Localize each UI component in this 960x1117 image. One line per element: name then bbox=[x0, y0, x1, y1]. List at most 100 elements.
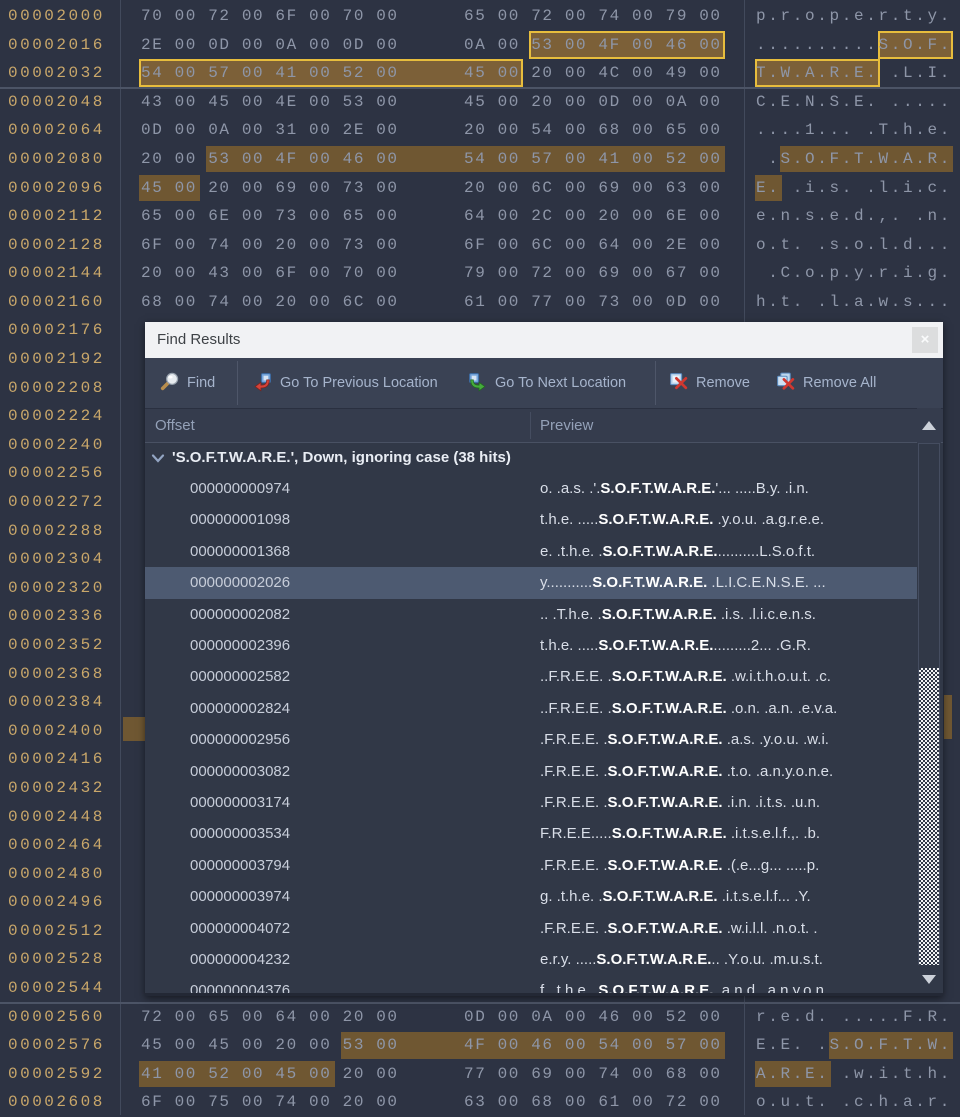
result-row[interactable]: 000000002396t.h.e. .....S.O.F.T.W.A.R.E.… bbox=[145, 630, 917, 661]
hex-bytes[interactable]: 6F 00 75 00 74 00 20 00 bbox=[141, 1088, 399, 1117]
hex-bytes[interactable]: 65 00 6E 00 73 00 65 00 bbox=[141, 202, 399, 231]
close-button[interactable]: × bbox=[912, 327, 938, 353]
hex-bytes[interactable]: 0D 00 0A 00 31 00 2E 00 bbox=[141, 116, 399, 145]
scrollbar-track[interactable] bbox=[918, 443, 940, 965]
hex-row[interactable]: 0000211265 00 6E 00 73 00 65 0064 00 2C … bbox=[0, 202, 960, 231]
hex-row[interactable]: 0000208020 00 53 00 4F 00 46 0054 00 57 … bbox=[0, 145, 960, 174]
ascii-text[interactable]: A.R.E. .w.i.t.h. bbox=[756, 1060, 952, 1089]
hex-bytes[interactable]: 43 00 45 00 4E 00 53 00 bbox=[141, 88, 399, 117]
hex-bytes[interactable]: 0D 00 0A 00 46 00 52 00 bbox=[464, 1003, 722, 1032]
hex-bytes[interactable]: 63 00 68 00 61 00 72 00 bbox=[464, 1088, 722, 1117]
hex-bytes[interactable]: 20 00 53 00 4F 00 46 00 bbox=[141, 145, 399, 174]
result-row[interactable]: 000000003534F.R.E.E.....S.O.F.T.W.A.R.E.… bbox=[145, 818, 917, 849]
hex-bytes[interactable]: 45 00 20 00 69 00 73 00 bbox=[141, 174, 399, 203]
hex-row[interactable]: 0000200070 00 72 00 6F 00 70 0065 00 72 … bbox=[0, 2, 960, 31]
ascii-text[interactable]: ....1... .T.h.e. bbox=[756, 116, 952, 145]
result-preview: .F.R.E.E. .S.O.F.T.W.A.R.E. .t.o. .a.n.y… bbox=[540, 756, 833, 787]
hex-row[interactable]: 0000209645 00 20 00 69 00 73 0020 00 6C … bbox=[0, 174, 960, 203]
hex-bytes[interactable]: 72 00 65 00 64 00 20 00 bbox=[141, 1003, 399, 1032]
ascii-text[interactable]: e.n.s.e.d.,. .n. bbox=[756, 202, 952, 231]
hex-bytes[interactable]: 0A 00 53 00 4F 00 46 00 bbox=[464, 31, 722, 60]
hex-bytes[interactable]: 6F 00 6C 00 64 00 2E 00 bbox=[464, 231, 722, 260]
hex-row[interactable]: 0000257645 00 45 00 20 00 53 004F 00 46 … bbox=[0, 1031, 960, 1060]
offset-column-header[interactable]: Offset bbox=[155, 409, 195, 442]
hex-bytes[interactable]: 20 00 43 00 6F 00 70 00 bbox=[141, 259, 399, 288]
result-row[interactable]: 000000000974o. .a.s. .'.S.O.F.T.W.A.R.E.… bbox=[145, 473, 917, 504]
scroll-up-button[interactable] bbox=[917, 408, 941, 443]
result-row[interactable]: 000000003974g. .t.h.e. .S.O.F.T.W.A.R.E.… bbox=[145, 881, 917, 912]
ascii-text[interactable]: r.e.d. .....F.R. bbox=[756, 1003, 952, 1032]
ascii-text[interactable]: T.W.A.R.E. .L.I. bbox=[756, 59, 952, 88]
hex-row[interactable]: 0000214420 00 43 00 6F 00 70 0079 00 72 … bbox=[0, 259, 960, 288]
ascii-text[interactable]: o.u.t. .c.h.a.r. bbox=[756, 1088, 952, 1117]
hex-bytes[interactable]: 20 00 54 00 68 00 65 00 bbox=[464, 116, 722, 145]
result-row[interactable]: 000000001098t.h.e. .....S.O.F.T.W.A.R.E.… bbox=[145, 504, 917, 535]
ascii-text[interactable]: o.t. .s.o.l.d... bbox=[756, 231, 952, 260]
hex-bytes[interactable]: 61 00 77 00 73 00 0D 00 bbox=[464, 288, 722, 317]
hex-row[interactable]: 0000256072 00 65 00 64 00 20 000D 00 0A … bbox=[0, 1003, 960, 1032]
preview-column-header[interactable]: Preview bbox=[540, 409, 593, 442]
hex-bytes[interactable]: 64 00 2C 00 20 00 6E 00 bbox=[464, 202, 722, 231]
hex-bytes[interactable]: 54 00 57 00 41 00 52 00 bbox=[141, 59, 399, 88]
scrollbar-thumb[interactable] bbox=[919, 668, 939, 965]
hex-row[interactable]: 000020640D 00 0A 00 31 00 2E 0020 00 54 … bbox=[0, 116, 960, 145]
hex-bytes[interactable]: 77 00 69 00 74 00 68 00 bbox=[464, 1060, 722, 1089]
column-divider[interactable] bbox=[530, 412, 531, 439]
result-row[interactable]: 000000001368e. .t.h.e. .S.O.F.T.W.A.R.E.… bbox=[145, 536, 917, 567]
hex-bytes[interactable]: 2E 00 0D 00 0A 00 0D 00 bbox=[141, 31, 399, 60]
hex-row[interactable]: 0000259241 00 52 00 45 00 20 0077 00 69 … bbox=[0, 1060, 960, 1089]
result-row[interactable]: 000000002956.F.R.E.E. .S.O.F.T.W.A.R.E. … bbox=[145, 724, 917, 755]
results-scrollbar[interactable] bbox=[917, 408, 941, 993]
panel-titlebar[interactable]: Find Results × bbox=[145, 322, 943, 358]
result-row[interactable]: 000000003794.F.R.E.E. .S.O.F.T.W.A.R.E. … bbox=[145, 850, 917, 881]
result-preview: f. .t.h.e. .S.O.F.T.W.A.R.E. .a.n.d. .a.… bbox=[540, 975, 824, 993]
scroll-down-button[interactable] bbox=[917, 965, 941, 993]
result-preview: e. .t.h.e. .S.O.F.T.W.A.R.E...........L.… bbox=[540, 536, 815, 567]
result-row[interactable]: 000000003174.F.R.E.E. .S.O.F.T.W.A.R.E. … bbox=[145, 787, 917, 818]
hex-bytes[interactable]: 45 00 20 00 4C 00 49 00 bbox=[464, 59, 722, 88]
hex-row[interactable]: 000021286F 00 74 00 20 00 73 006F 00 6C … bbox=[0, 231, 960, 260]
result-row[interactable]: 000000004072.F.R.E.E. .S.O.F.T.W.A.R.E. … bbox=[145, 913, 917, 944]
hex-bytes[interactable]: 45 00 45 00 20 00 53 00 bbox=[141, 1031, 399, 1060]
remove-all-button[interactable]: Remove All bbox=[775, 358, 876, 408]
remove-button[interactable]: Remove bbox=[668, 358, 750, 408]
ascii-text[interactable]: h.t. .l.a.w.s... bbox=[756, 288, 952, 317]
hex-bytes[interactable]: 4F 00 46 00 54 00 57 00 bbox=[464, 1031, 722, 1060]
result-row[interactable]: 000000004376f. .t.h.e. .S.O.F.T.W.A.R.E.… bbox=[145, 975, 917, 993]
goto-previous-location-button[interactable]: Go To Previous Location bbox=[252, 358, 438, 408]
result-offset: 000000003082 bbox=[190, 756, 290, 787]
hex-row[interactable]: 000026086F 00 75 00 74 00 20 0063 00 68 … bbox=[0, 1088, 960, 1117]
hex-bytes[interactable]: 54 00 57 00 41 00 52 00 bbox=[464, 145, 722, 174]
result-row[interactable]: 000000002824..F.R.E.E. .S.O.F.T.W.A.R.E.… bbox=[145, 693, 917, 724]
result-row[interactable]: 000000002582..F.R.E.E. .S.O.F.T.W.A.R.E.… bbox=[145, 661, 917, 692]
hex-row[interactable]: 0000203254 00 57 00 41 00 52 0045 00 20 … bbox=[0, 59, 960, 88]
result-row[interactable]: 000000003082 .F.R.E.E. .S.O.F.T.W.A.R.E. … bbox=[145, 756, 917, 787]
result-row[interactable]: 000000004232e.r.y. .....S.O.F.T.W.A.R.E.… bbox=[145, 944, 917, 975]
hex-bytes[interactable]: 6F 00 74 00 20 00 73 00 bbox=[141, 231, 399, 260]
hex-row[interactable]: 0000204843 00 45 00 4E 00 53 0045 00 20 … bbox=[0, 88, 960, 117]
result-row[interactable]: 000000002082.. .T.h.e. .S.O.F.T.W.A.R.E.… bbox=[145, 599, 917, 630]
hex-bytes[interactable]: 20 00 6C 00 69 00 63 00 bbox=[464, 174, 722, 203]
ascii-text[interactable]: .S.O.F.T.W.A.R. bbox=[756, 145, 952, 174]
goto-next-location-button[interactable]: Go To Next Location bbox=[467, 358, 626, 408]
ascii-text[interactable]: .C.o.p.y.r.i.g. bbox=[756, 259, 952, 288]
result-group-row[interactable]: 'S.O.F.T.W.A.R.E.', Down, ignoring case … bbox=[145, 443, 917, 473]
row-address: 00002288 bbox=[8, 517, 105, 546]
ascii-text[interactable]: E.E. .S.O.F.T.W. bbox=[756, 1031, 952, 1060]
ascii-text[interactable]: C.E.N.S.E. ..... bbox=[756, 88, 952, 117]
row-address: 00002192 bbox=[8, 345, 105, 374]
result-row[interactable]: 000000002026y...........S.O.F.T.W.A.R.E.… bbox=[145, 567, 917, 598]
hex-bytes[interactable]: 79 00 72 00 69 00 67 00 bbox=[464, 259, 722, 288]
ascii-text[interactable]: p.r.o.p.e.r.t.y. bbox=[756, 2, 952, 31]
result-preview: .F.R.E.E. .S.O.F.T.W.A.R.E. .a.s. .y.o.u… bbox=[540, 724, 829, 755]
hex-bytes[interactable]: 41 00 52 00 45 00 20 00 bbox=[141, 1060, 399, 1089]
hex-bytes[interactable]: 65 00 72 00 74 00 79 00 bbox=[464, 2, 722, 31]
ascii-text[interactable]: ..........S.O.F. bbox=[756, 31, 952, 60]
hex-bytes[interactable]: 45 00 20 00 0D 00 0A 00 bbox=[464, 88, 722, 117]
ascii-text[interactable]: E. .i.s. .l.i.c. bbox=[756, 174, 952, 203]
hex-bytes[interactable]: 70 00 72 00 6F 00 70 00 bbox=[141, 2, 399, 31]
find-button[interactable]: Find bbox=[159, 358, 215, 408]
hex-row[interactable]: 000020162E 00 0D 00 0A 00 0D 000A 00 53 … bbox=[0, 31, 960, 60]
hex-row[interactable]: 0000216068 00 74 00 20 00 6C 0061 00 77 … bbox=[0, 288, 960, 317]
hex-bytes[interactable]: 68 00 74 00 20 00 6C 00 bbox=[141, 288, 399, 317]
